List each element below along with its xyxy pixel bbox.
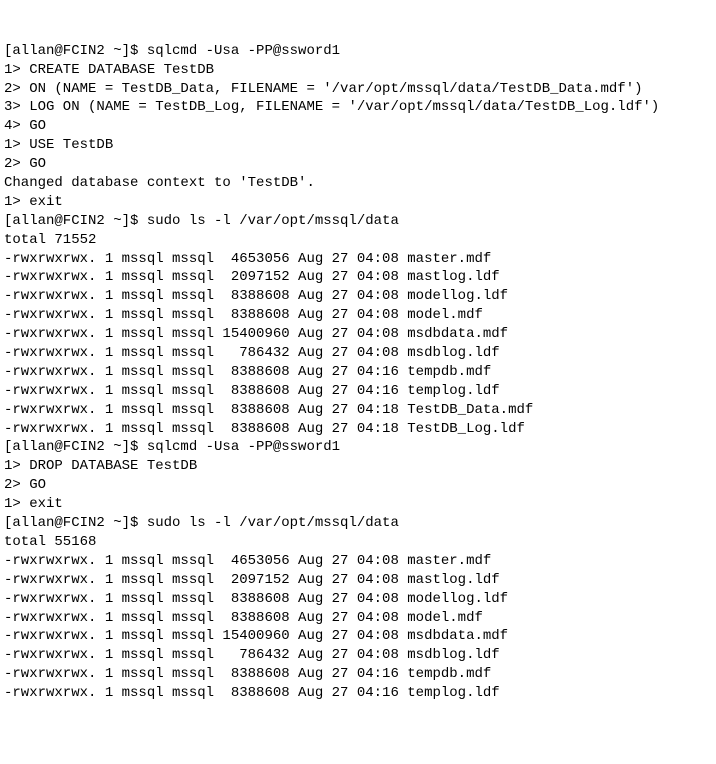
terminal-line: -rwxrwxrwx. 1 mssql mssql 8388608 Aug 27…	[4, 665, 712, 684]
terminal-line: [allan@FCIN2 ~]$ sudo ls -l /var/opt/mss…	[4, 514, 712, 533]
terminal-line: -rwxrwxrwx. 1 mssql mssql 786432 Aug 27 …	[4, 344, 712, 363]
terminal-line: -rwxrwxrwx. 1 mssql mssql 4653056 Aug 27…	[4, 552, 712, 571]
terminal-line: -rwxrwxrwx. 1 mssql mssql 8388608 Aug 27…	[4, 382, 712, 401]
terminal-line: [allan@FCIN2 ~]$ sqlcmd -Usa -PP@ssword1	[4, 42, 712, 61]
terminal-line: -rwxrwxrwx. 1 mssql mssql 2097152 Aug 27…	[4, 571, 712, 590]
terminal-line: -rwxrwxrwx. 1 mssql mssql 2097152 Aug 27…	[4, 268, 712, 287]
terminal-line: 2> GO	[4, 155, 712, 174]
terminal-line: -rwxrwxrwx. 1 mssql mssql 8388608 Aug 27…	[4, 609, 712, 628]
terminal-line: 3> LOG ON (NAME = TestDB_Log, FILENAME =…	[4, 98, 712, 117]
terminal-line: 2> GO	[4, 476, 712, 495]
terminal-line: -rwxrwxrwx. 1 mssql mssql 15400960 Aug 2…	[4, 627, 712, 646]
terminal-line: 1> USE TestDB	[4, 136, 712, 155]
terminal-line: -rwxrwxrwx. 1 mssql mssql 15400960 Aug 2…	[4, 325, 712, 344]
terminal-line: -rwxrwxrwx. 1 mssql mssql 8388608 Aug 27…	[4, 363, 712, 382]
terminal-line: total 55168	[4, 533, 712, 552]
terminal-line: [allan@FCIN2 ~]$ sqlcmd -Usa -PP@ssword1	[4, 438, 712, 457]
terminal-line: 2> ON (NAME = TestDB_Data, FILENAME = '/…	[4, 80, 712, 99]
terminal-line: total 71552	[4, 231, 712, 250]
terminal-line: -rwxrwxrwx. 1 mssql mssql 8388608 Aug 27…	[4, 401, 712, 420]
terminal-line: Changed database context to 'TestDB'.	[4, 174, 712, 193]
terminal-line: 4> GO	[4, 117, 712, 136]
terminal-line: -rwxrwxrwx. 1 mssql mssql 8388608 Aug 27…	[4, 287, 712, 306]
terminal-line: -rwxrwxrwx. 1 mssql mssql 8388608 Aug 27…	[4, 306, 712, 325]
terminal-line: 1> CREATE DATABASE TestDB	[4, 61, 712, 80]
terminal-line: [allan@FCIN2 ~]$ sudo ls -l /var/opt/mss…	[4, 212, 712, 231]
terminal-output: [allan@FCIN2 ~]$ sqlcmd -Usa -PP@ssword1…	[4, 42, 712, 703]
terminal-line: 1> exit	[4, 495, 712, 514]
terminal-line: -rwxrwxrwx. 1 mssql mssql 8388608 Aug 27…	[4, 684, 712, 703]
terminal-line: 1> exit	[4, 193, 712, 212]
terminal-line: -rwxrwxrwx. 1 mssql mssql 8388608 Aug 27…	[4, 590, 712, 609]
terminal-line: -rwxrwxrwx. 1 mssql mssql 8388608 Aug 27…	[4, 420, 712, 439]
terminal-line: -rwxrwxrwx. 1 mssql mssql 786432 Aug 27 …	[4, 646, 712, 665]
terminal-line: 1> DROP DATABASE TestDB	[4, 457, 712, 476]
terminal-line: -rwxrwxrwx. 1 mssql mssql 4653056 Aug 27…	[4, 250, 712, 269]
